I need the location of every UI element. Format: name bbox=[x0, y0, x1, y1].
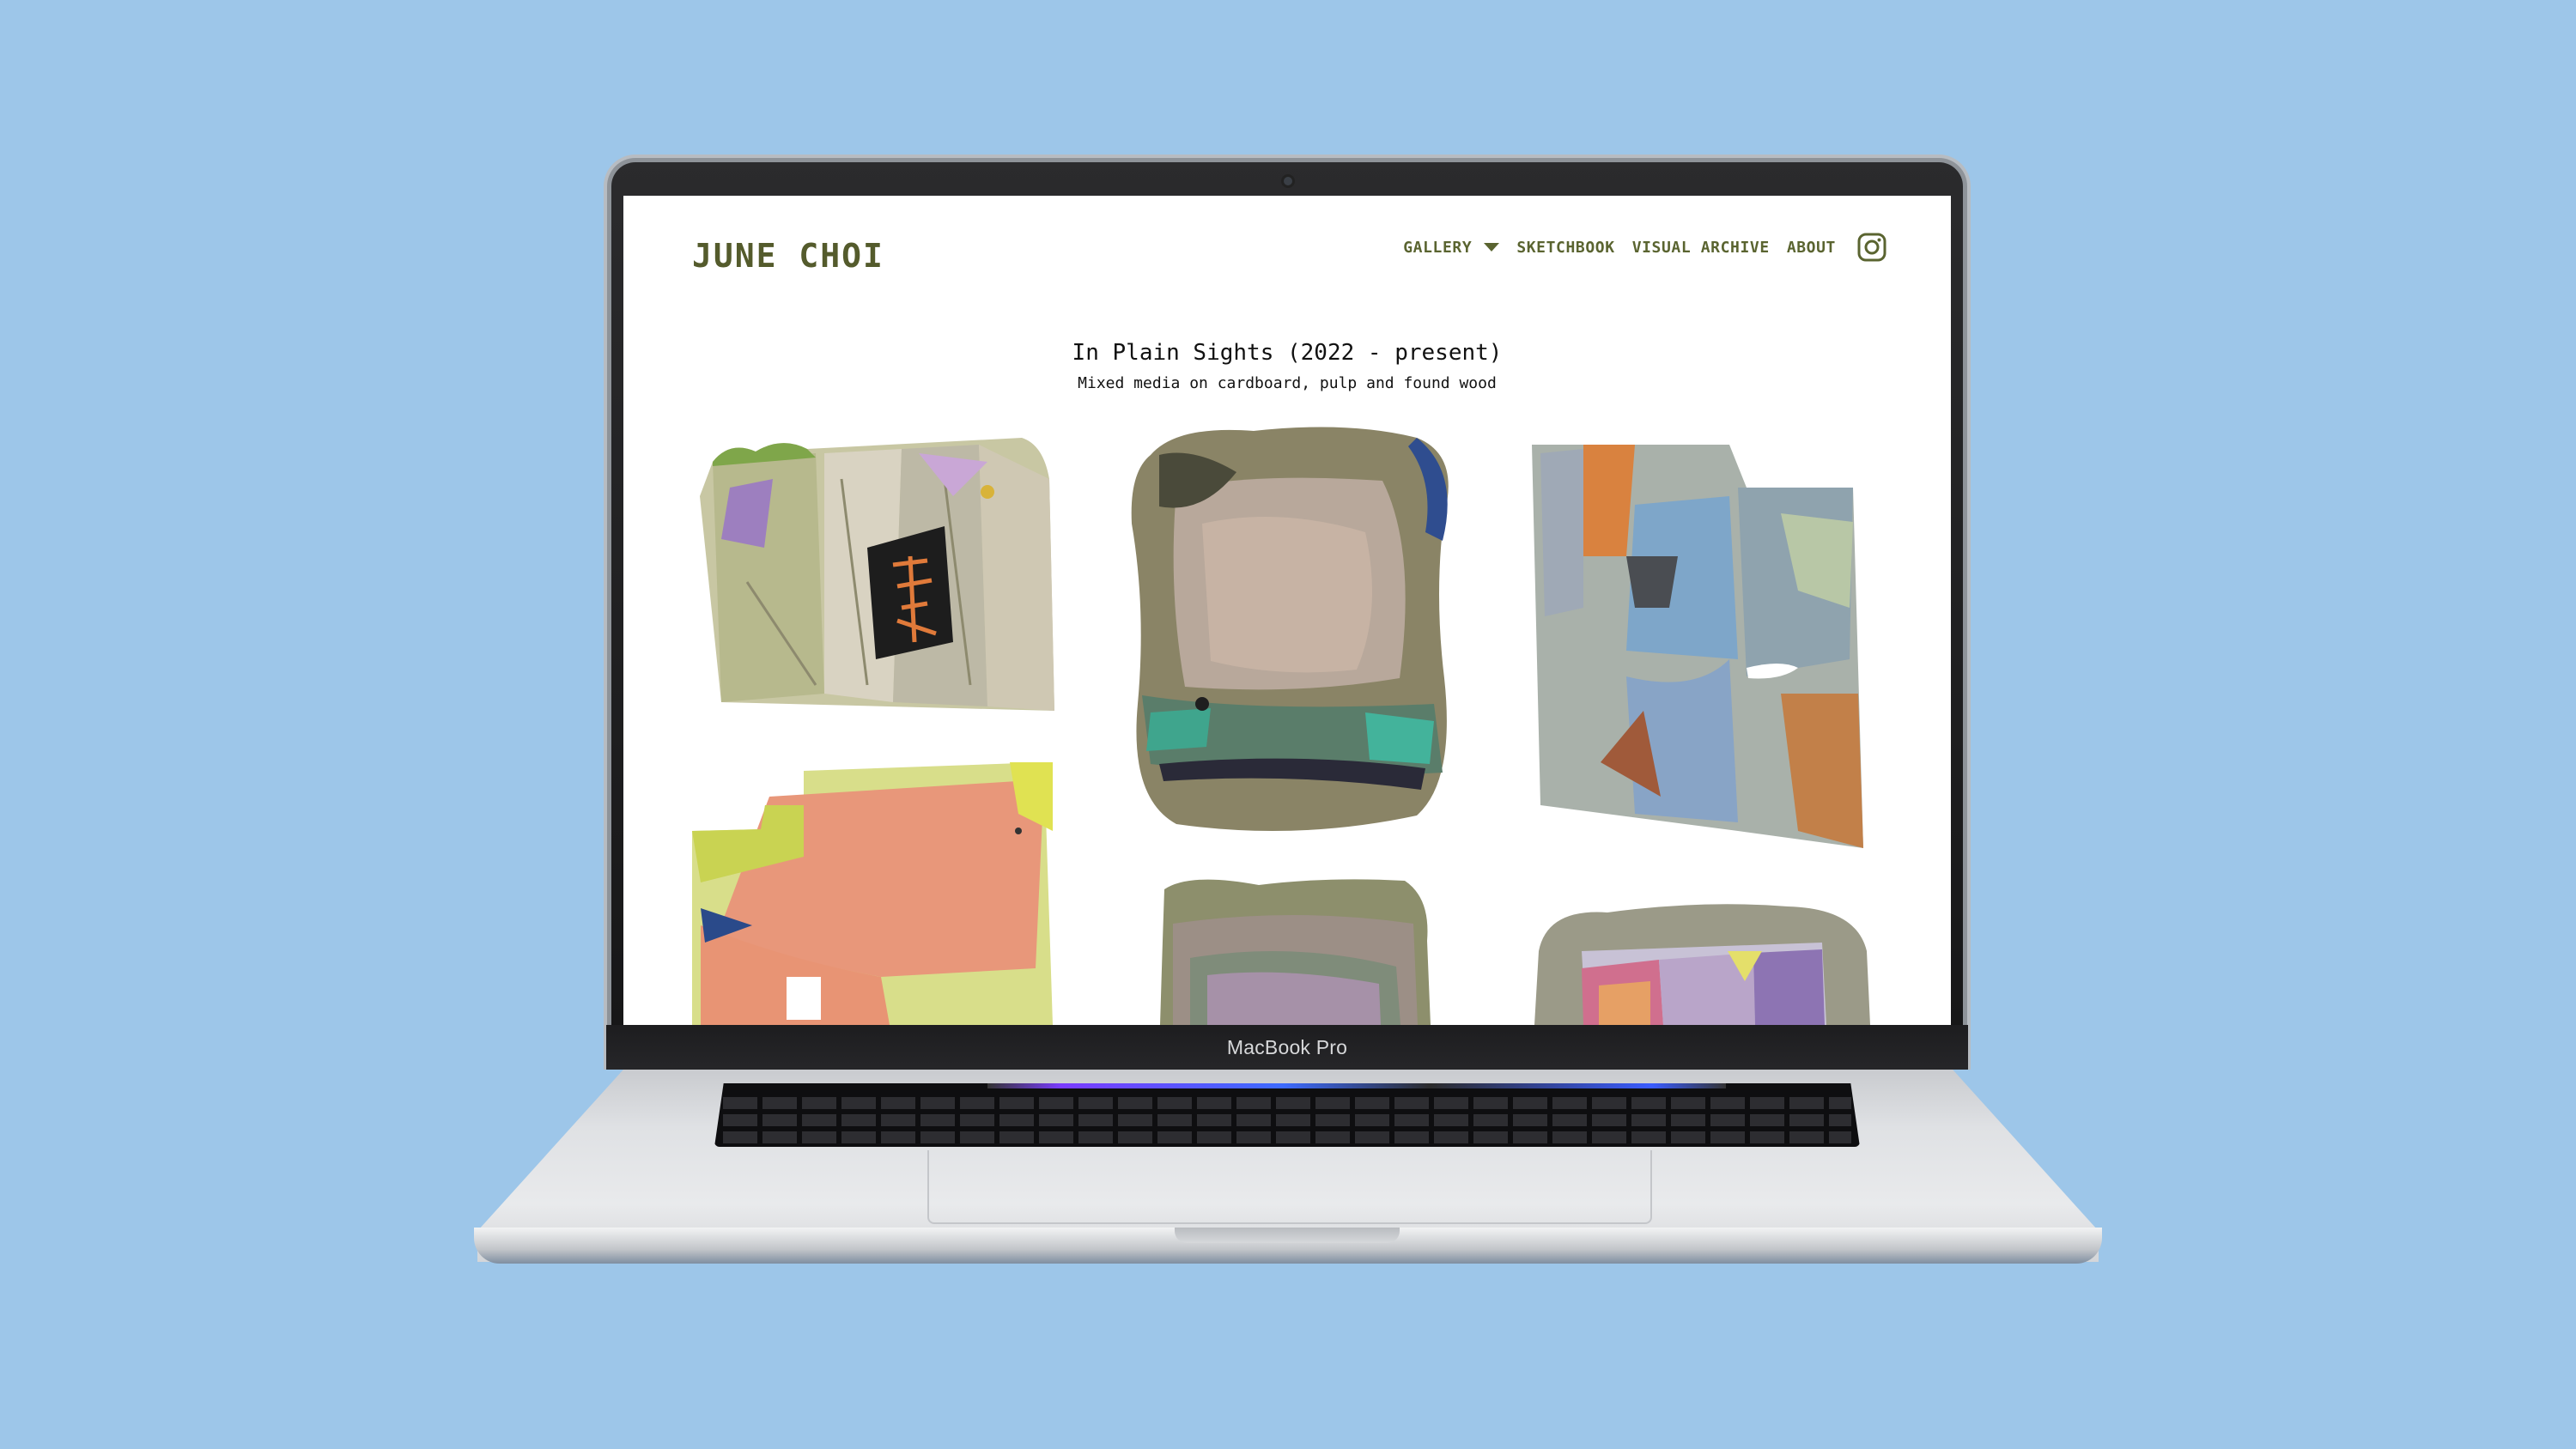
nav-about[interactable]: ABOUT bbox=[1787, 239, 1836, 257]
laptop-opening-notch bbox=[1175, 1228, 1400, 1243]
trackpad bbox=[927, 1150, 1652, 1224]
artwork-thumbnail[interactable] bbox=[1523, 436, 1887, 862]
nav-visual-archive-label: VISUAL ARCHIVE bbox=[1631, 238, 1770, 257]
browser-screen: JUNE CHOI GALLERY SKETCHBOOK VISUAL ARCH… bbox=[623, 196, 1951, 1025]
artwork-image bbox=[1131, 427, 1449, 831]
nav-sketchbook[interactable]: SKETCHBOOK bbox=[1516, 239, 1614, 257]
webcam bbox=[1284, 177, 1292, 185]
gallery-title: In Plain Sights (2022 - present) bbox=[1072, 340, 1503, 366]
nav-about-label: ABOUT bbox=[1786, 238, 1836, 257]
nav-sketchbook-label: SKETCHBOOK bbox=[1516, 238, 1615, 257]
artwork-thumbnail[interactable] bbox=[1156, 872, 1436, 1025]
artwork-image bbox=[700, 438, 1054, 711]
artwork-image bbox=[1534, 904, 1870, 1025]
laptop-chin: MacBook Pro bbox=[606, 1025, 1968, 1070]
artwork-thumbnail[interactable] bbox=[1125, 421, 1455, 838]
artwork-image bbox=[1532, 445, 1863, 848]
artwork-image bbox=[1160, 879, 1431, 1025]
artwork-image bbox=[692, 762, 1053, 1025]
chevron-down-icon bbox=[1484, 243, 1500, 252]
artwork-thumbnail[interactable] bbox=[683, 762, 1061, 1025]
nav-visual-archive[interactable]: VISUAL ARCHIVE bbox=[1632, 239, 1770, 257]
keyboard-keys bbox=[723, 1092, 1851, 1143]
site-title[interactable]: JUNE CHOI bbox=[692, 237, 884, 275]
artwork-thumbnail[interactable] bbox=[1530, 900, 1872, 1025]
gallery-subtitle: Mixed media on cardboard, pulp and found… bbox=[1078, 374, 1497, 392]
instagram-icon[interactable] bbox=[1856, 232, 1887, 263]
device-label: MacBook Pro bbox=[1226, 1035, 1348, 1058]
nav-gallery[interactable]: GALLERY bbox=[1403, 238, 1500, 257]
main-nav: GALLERY SKETCHBOOK VISUAL ARCHIVE ABOUT bbox=[1403, 232, 1887, 263]
touch-bar bbox=[987, 1083, 1726, 1088]
artwork-thumbnail[interactable] bbox=[696, 427, 1056, 721]
nav-gallery-label: GALLERY bbox=[1403, 238, 1473, 257]
